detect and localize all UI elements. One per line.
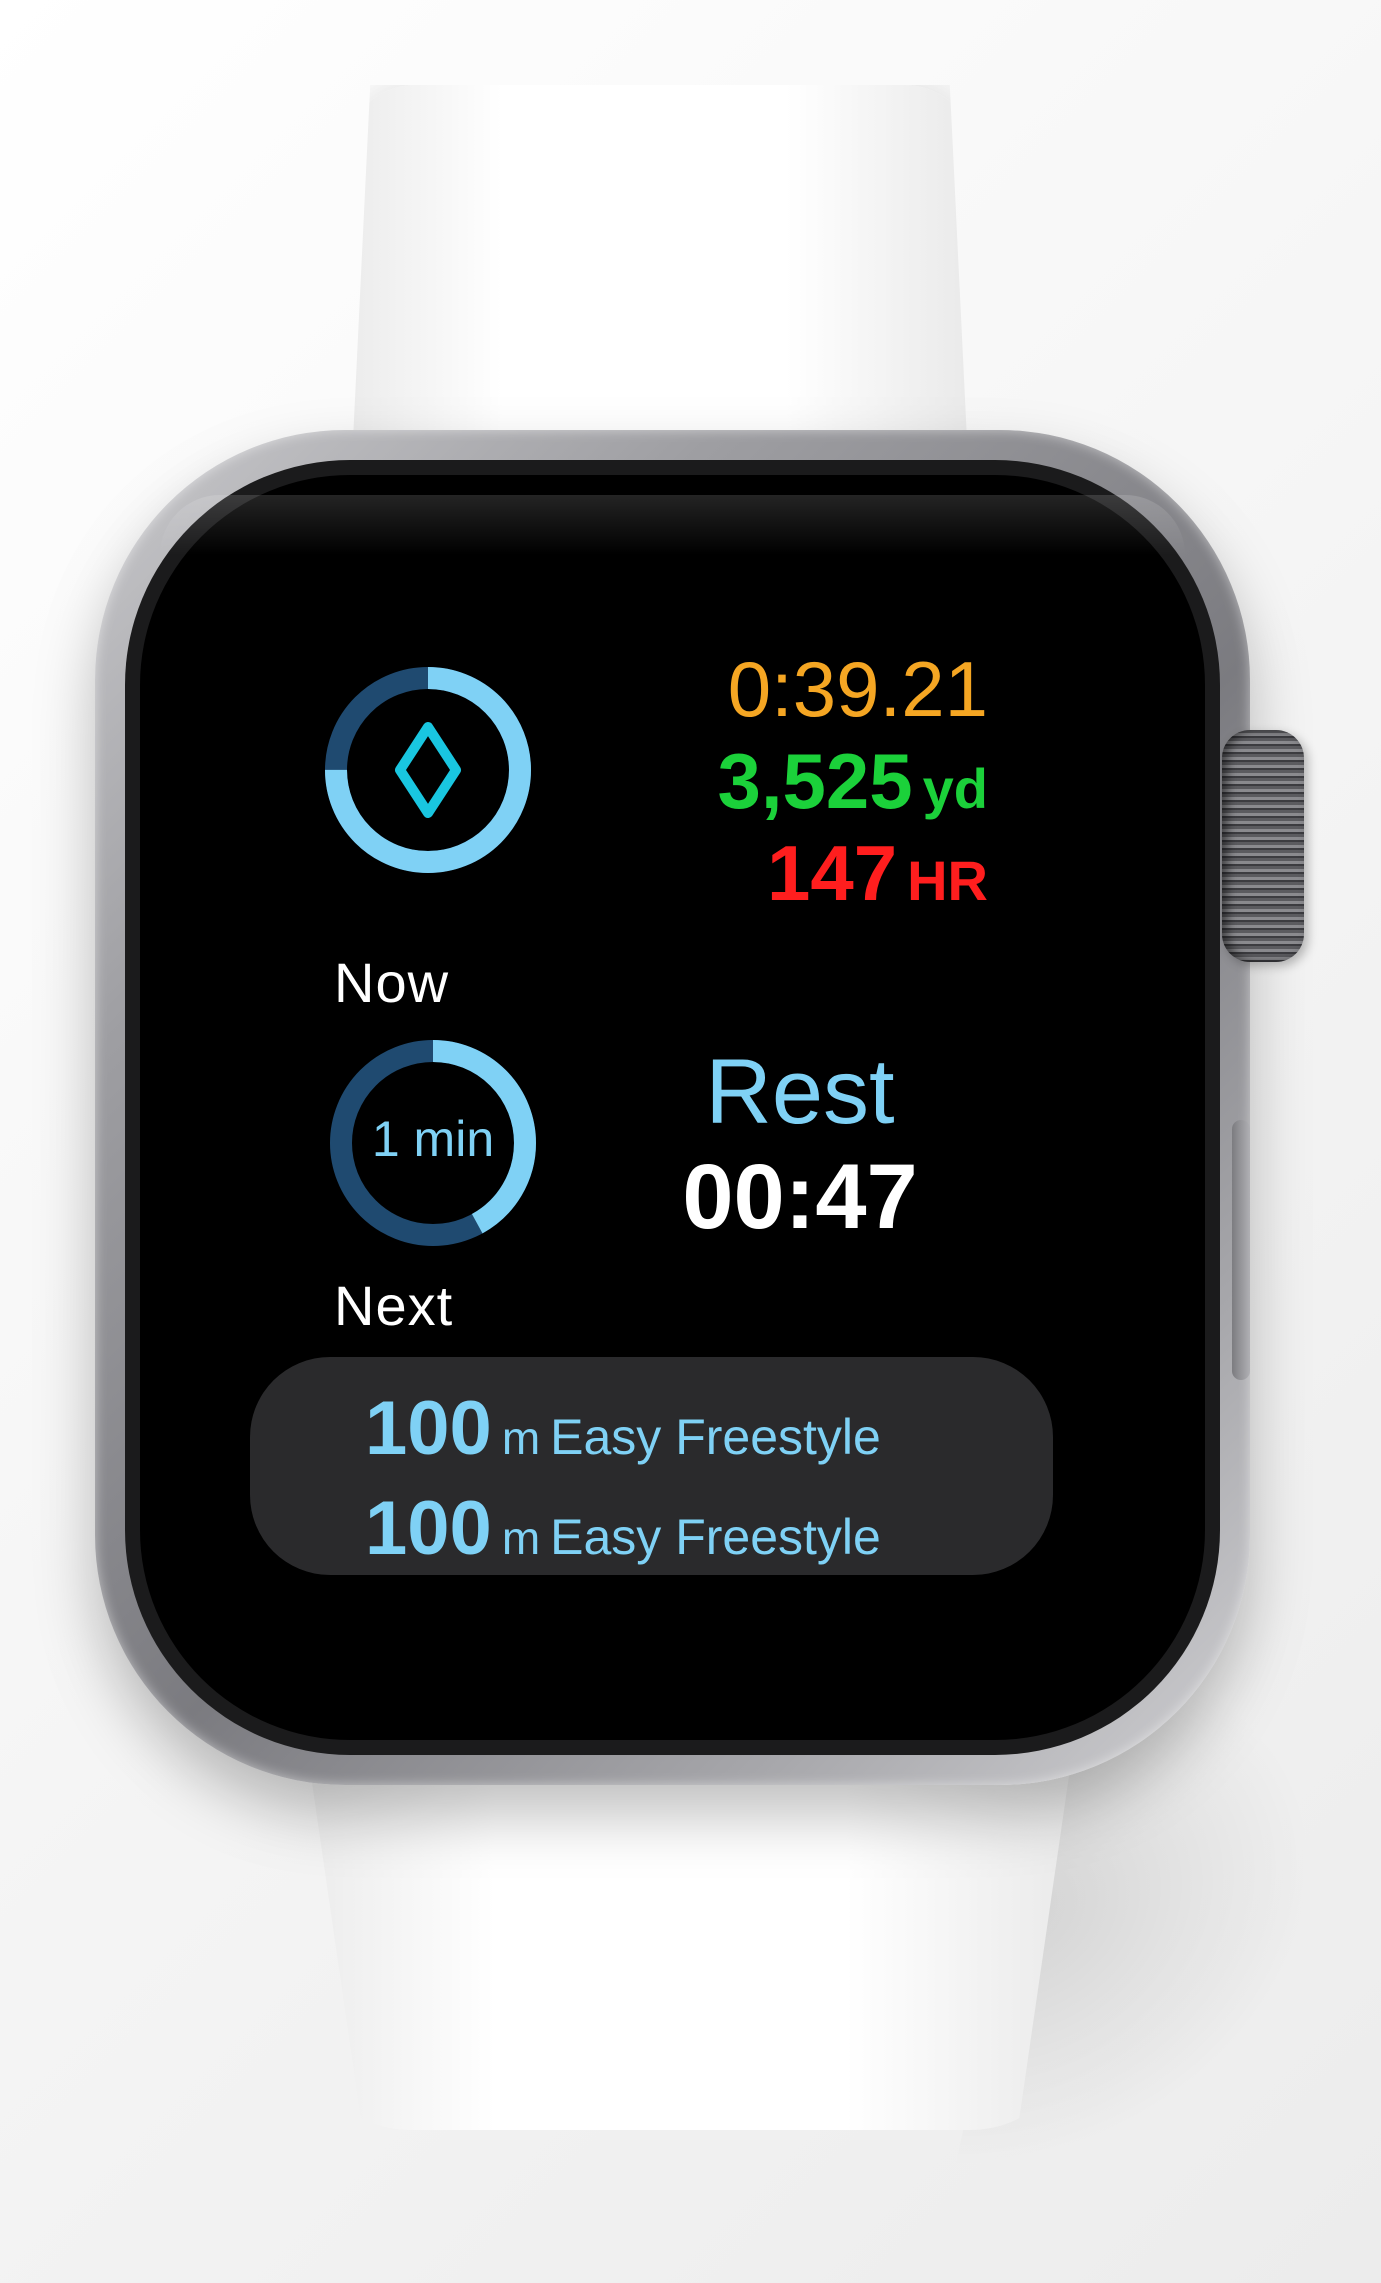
current-interval-label: Now <box>334 951 450 1014</box>
distance-unit: yd <box>922 757 988 820</box>
current-interval-ring[interactable] <box>320 662 536 878</box>
set-unit: m <box>501 1512 541 1564</box>
set-item[interactable]: 100 m Easy Freestyle <box>365 1385 881 1472</box>
set-description: Easy Freestyle <box>550 1409 881 1465</box>
side-button[interactable] <box>1232 1120 1250 1380</box>
distance-value: 3,525 <box>717 737 913 825</box>
set-distance: 100 <box>365 1386 492 1471</box>
screen-glare <box>160 495 1185 555</box>
heart-rate-unit: HR <box>907 849 988 912</box>
elapsed-time: 0:39.21 <box>727 645 988 733</box>
digital-crown[interactable] <box>1222 730 1304 962</box>
rest-title: Rest <box>705 1041 895 1143</box>
distance-stat: 3,525 yd <box>717 742 988 820</box>
set-distance: 100 <box>365 1486 492 1571</box>
swim-diamond-icon <box>395 722 461 818</box>
next-interval-duration: 1 min <box>371 1111 495 1167</box>
next-interval-label: Next <box>334 1274 454 1337</box>
heart-rate-value: 147 <box>766 829 898 917</box>
rest-countdown: 00:47 <box>682 1146 918 1248</box>
set-unit: m <box>501 1412 541 1464</box>
workout-stats: 0:39.21 3,525 yd 147 HR <box>717 650 988 912</box>
heart-rate-stat: 147 HR <box>717 834 988 912</box>
set-description: Easy Freestyle <box>550 1509 881 1565</box>
set-item[interactable]: 100 m Easy Freestyle <box>365 1485 881 1572</box>
